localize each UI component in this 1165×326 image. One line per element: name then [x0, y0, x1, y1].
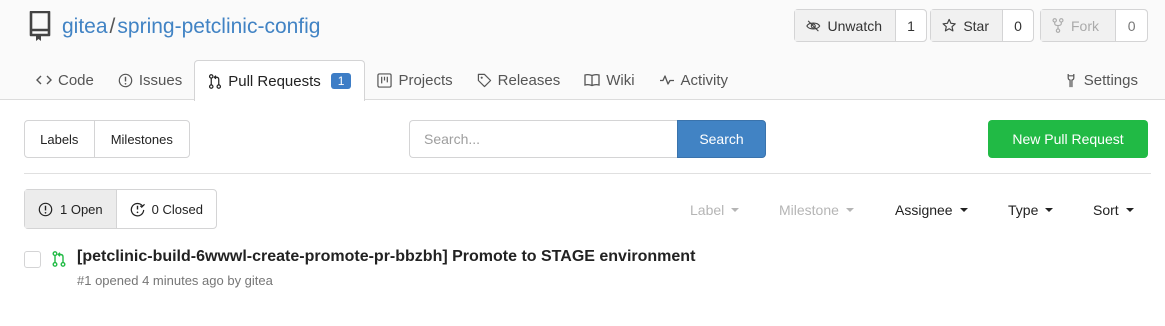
star-label: Star	[963, 17, 989, 34]
star-count[interactable]: 0	[1003, 10, 1033, 41]
repo-owner-link[interactable]: gitea	[62, 15, 108, 38]
fork-button-group: Fork 0	[1040, 9, 1148, 42]
eye-slash-icon	[806, 19, 821, 32]
assignee-filter-dropdown[interactable]: Assignee	[895, 202, 968, 218]
pull-request-count-badge: 1	[330, 73, 352, 89]
caret-down-icon	[731, 208, 740, 212]
repo-name-link[interactable]: spring-petclinic-config	[117, 15, 320, 38]
label-filter-dropdown[interactable]: Label	[690, 202, 740, 218]
tab-issues[interactable]: Issues	[106, 60, 194, 100]
unwatch-label: Unwatch	[827, 17, 882, 34]
tab-wiki[interactable]: Wiki	[572, 60, 646, 100]
repo-icon	[29, 11, 51, 41]
new-pull-request-button[interactable]: New Pull Request	[988, 120, 1148, 158]
sort-label: Sort	[1093, 202, 1119, 218]
unwatch-button[interactable]: Unwatch	[795, 10, 896, 41]
milestones-button[interactable]: Milestones	[95, 121, 189, 157]
divider	[24, 173, 1151, 174]
filter-bar: Label Milestone Assignee Type Sort	[0, 201, 1165, 219]
fork-count[interactable]: 0	[1116, 10, 1147, 41]
tab-pull-requests-label: Pull Requests	[228, 72, 321, 90]
code-icon	[36, 75, 52, 85]
tab-activity[interactable]: Activity	[647, 60, 741, 100]
fork-button[interactable]: Fork	[1041, 10, 1117, 41]
tab-code-label: Code	[58, 71, 94, 89]
repo-title: gitea/spring-petclinic-config	[62, 13, 320, 41]
tab-wiki-label: Wiki	[606, 71, 635, 89]
milestone-filter-dropdown[interactable]: Milestone	[779, 202, 854, 218]
caret-down-icon	[845, 208, 854, 212]
star-button-group: Star 0	[930, 9, 1034, 42]
label-filter-label: Label	[690, 202, 725, 218]
tab-projects-label: Projects	[398, 71, 453, 89]
tab-code[interactable]: Code	[24, 60, 106, 100]
row-checkbox[interactable]	[24, 251, 41, 268]
tab-releases[interactable]: Releases	[465, 60, 573, 100]
pulse-icon	[659, 75, 674, 85]
watch-button-group: Unwatch 1	[794, 9, 927, 42]
tab-releases-label: Releases	[497, 71, 561, 89]
caret-down-icon	[1125, 208, 1134, 212]
book-icon	[584, 73, 600, 87]
issue-icon	[118, 73, 133, 87]
tab-pull-requests[interactable]: Pull Requests 1	[194, 60, 366, 101]
tab-activity-label: Activity	[680, 71, 729, 89]
search-input[interactable]	[409, 120, 678, 158]
fork-label: Fork	[1071, 17, 1099, 34]
tab-settings[interactable]: Settings	[1064, 60, 1138, 100]
caret-down-icon	[959, 208, 968, 212]
assignee-filter-label: Assignee	[895, 202, 953, 218]
type-filter-label: Type	[1008, 202, 1039, 218]
tab-settings-label: Settings	[1083, 71, 1138, 89]
watch-count[interactable]: 1	[896, 10, 926, 41]
pull-request-icon	[209, 73, 222, 89]
tools-icon	[1067, 73, 1075, 87]
repo-tabs: Code Issues Pull Requests 1 Projects Rel…	[24, 60, 740, 101]
tab-projects[interactable]: Projects	[365, 60, 464, 100]
star-icon	[942, 18, 956, 32]
project-icon	[377, 72, 393, 88]
search-button[interactable]: Search	[677, 120, 766, 158]
milestone-filter-label: Milestone	[779, 202, 839, 218]
pull-request-title-link[interactable]: [petclinic-build-6wwwl-create-promote-pr…	[77, 248, 695, 266]
tag-icon	[477, 73, 491, 87]
sort-dropdown[interactable]: Sort	[1093, 202, 1134, 218]
caret-down-icon	[1045, 208, 1054, 212]
pull-request-open-icon	[52, 251, 66, 267]
fork-icon	[1052, 18, 1064, 33]
repo-header: gitea/spring-petclinic-config Unwatch 1 …	[0, 0, 1165, 101]
labels-milestones-group: Labels Milestones	[24, 120, 190, 158]
star-button[interactable]: Star	[931, 10, 1003, 41]
pull-request-meta: #1 opened 4 minutes ago by gitea	[77, 273, 273, 288]
repo-separator: /	[109, 15, 116, 38]
type-filter-dropdown[interactable]: Type	[1008, 202, 1054, 218]
labels-button[interactable]: Labels	[25, 121, 95, 157]
tab-issues-label: Issues	[138, 71, 183, 89]
